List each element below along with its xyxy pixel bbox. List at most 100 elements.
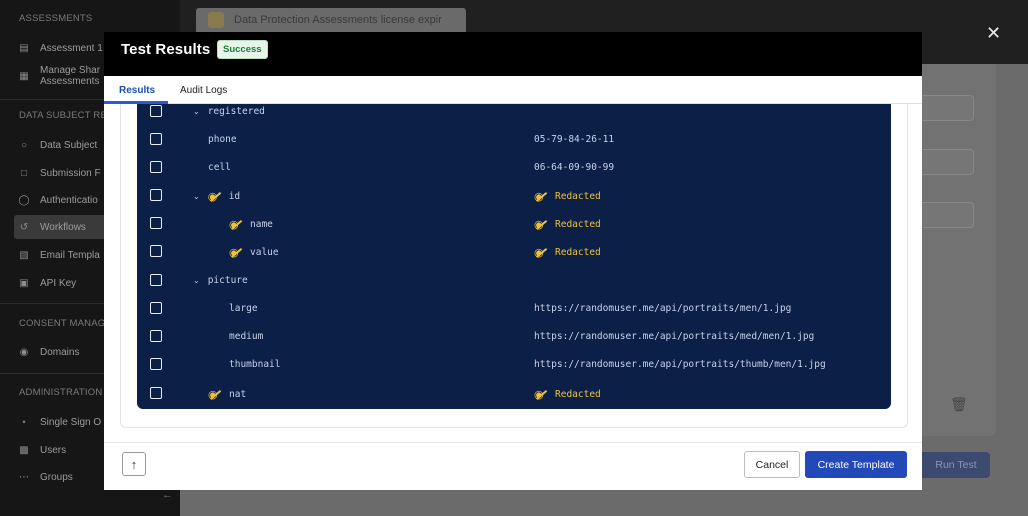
row-value-text: Redacted <box>555 191 601 202</box>
row-checkbox[interactable] <box>150 189 162 201</box>
row-checkbox[interactable] <box>150 358 162 370</box>
modal-header: Test Results Success <box>104 32 922 76</box>
row-key: thumbnail <box>229 359 280 370</box>
row-key-label: id <box>228 191 241 202</box>
table-row: ◉ nat ◉ Redacted <box>137 384 891 404</box>
sidebar-item-label: Submission F <box>40 167 101 179</box>
eye-slash-icon: ◉ <box>208 388 224 401</box>
sidebar-item-label: Workflows <box>40 221 86 233</box>
license-banner: Data Protection Assessments license expi… <box>196 8 466 34</box>
user-icon: ▩ <box>19 444 29 456</box>
create-template-button[interactable]: Create Template <box>805 451 907 478</box>
eye-slash-icon: ◉ <box>534 218 550 231</box>
eye-slash-icon: ◉ <box>534 388 550 401</box>
sidebar-item-label: Users <box>40 444 67 456</box>
run-test-button: Run Test <box>922 452 990 478</box>
sidebar-item-label: Email Templa <box>40 249 100 261</box>
eye-slash-icon: ◉ <box>534 246 550 259</box>
row-key: medium <box>229 331 263 342</box>
close-icon[interactable]: ✕ <box>986 24 1001 42</box>
row-value-text: 06-64-09-90-99 <box>534 162 615 173</box>
sidebar-item-label: Groups <box>40 471 73 483</box>
table-row: ⌄ picture <box>137 271 891 291</box>
row-checkbox[interactable] <box>150 105 162 117</box>
row-key: ◉ name <box>229 218 273 231</box>
row-value: 06-64-09-90-99 <box>534 162 614 173</box>
submission-icon: □ <box>20 167 28 179</box>
sidebar-item-label: Manage Shar <box>40 65 101 76</box>
row-key-label: registered <box>207 106 265 117</box>
row-key-label: cell <box>208 162 231 173</box>
row-key-label: medium <box>229 331 264 342</box>
row-value-text: https://randomuser.me/api/portraits/men/… <box>534 303 792 314</box>
key-icon: ⋆ <box>20 416 28 428</box>
table-row: ⌄ registered <box>137 104 891 122</box>
tab-audit-logs[interactable]: Audit Logs <box>180 85 227 96</box>
row-key: ◉ value <box>229 246 279 259</box>
sidebar-item-label: Domains <box>40 346 80 358</box>
row-key: large <box>229 303 258 314</box>
sidebar-item-label: Single Sign O <box>40 416 102 428</box>
row-checkbox[interactable] <box>150 217 162 229</box>
footer-divider <box>104 442 922 443</box>
collapse-sidebar-icon[interactable]: ← <box>162 489 173 501</box>
table-row: large https://randomuser.me/api/portraits… <box>137 299 891 319</box>
row-key-label: phone <box>208 134 237 145</box>
row-checkbox[interactable] <box>150 161 162 173</box>
row-value-text: Redacted <box>555 247 601 258</box>
sidebar-section-data-subject: DATA SUBJECT RE <box>19 110 107 121</box>
row-value: ◉ Redacted <box>534 218 601 231</box>
table-row: ◉ name ◉ Redacted <box>137 214 891 234</box>
sidebar-item-label-line2: Assessments <box>40 76 100 87</box>
row-key-label: name <box>250 219 273 230</box>
sidebar-item-label: Data Subject <box>40 139 98 151</box>
sidebar-section-administration: ADMINISTRATION <box>19 387 103 398</box>
row-checkbox[interactable] <box>150 330 162 342</box>
table-row: phone 05-79-84-26-11 <box>137 130 891 150</box>
document-icon: ▤ <box>19 42 29 54</box>
row-checkbox[interactable] <box>150 387 162 399</box>
chevron-down-icon[interactable]: ⌄ <box>193 107 200 116</box>
row-key: ⌄ registered <box>193 106 265 117</box>
modal-title: Test Results <box>121 41 211 58</box>
row-value: ◉ Redacted <box>534 388 601 401</box>
row-key-label: nat <box>229 389 247 400</box>
row-value-text: 05-79-84-26-11 <box>534 134 615 145</box>
table-row: cell 06-64-09-90-99 <box>137 158 891 178</box>
results-tree: ⌄ registered phone 05-79-84-26-11 cell 06-64-… <box>137 104 891 409</box>
row-key: phone <box>208 134 237 145</box>
eye-slash-icon: ◉ <box>229 218 245 231</box>
shield-icon: ◯ <box>18 194 30 206</box>
row-checkbox[interactable] <box>150 302 162 314</box>
status-badge: Success <box>217 40 268 59</box>
eye-slash-icon: ◉ <box>534 190 550 203</box>
row-key: ◉ nat <box>208 388 246 401</box>
row-value: https://randomuser.me/api/portraits/men/… <box>534 303 791 314</box>
sidebar-item-label: Assessment 1 <box>40 42 103 54</box>
row-checkbox[interactable] <box>150 133 162 145</box>
eye-slash-icon: ◉ <box>208 190 224 203</box>
sidebar-section-assessments: ASSESSMENTS <box>19 13 93 24</box>
row-checkbox[interactable] <box>150 274 162 286</box>
chevron-down-icon[interactable]: ⌄ <box>193 192 200 201</box>
table-row: ⌄ ◉ id ◉ Redacted <box>137 186 891 206</box>
scroll-to-top-button[interactable]: ↑ <box>122 452 146 476</box>
row-key: ⌄ picture <box>193 275 248 286</box>
sidebar-item-label: API Key <box>40 277 77 289</box>
row-key: cell <box>208 162 231 173</box>
lock-icon: ▣ <box>19 277 29 289</box>
table-row: ◉ value ◉ Redacted <box>137 242 891 262</box>
row-checkbox[interactable] <box>150 245 162 257</box>
row-value-text: Redacted <box>555 389 601 400</box>
chevron-down-icon[interactable]: ⌄ <box>193 276 200 285</box>
cancel-button[interactable]: Cancel <box>744 451 800 478</box>
row-value-text: Redacted <box>555 219 601 230</box>
row-key-label: large <box>229 303 258 314</box>
globe-icon: ◉ <box>19 346 29 358</box>
row-value: https://randomuser.me/api/portraits/med/… <box>534 331 814 342</box>
groups-icon: ⋯ <box>19 471 29 483</box>
sidebar-section-consent: CONSENT MANAG <box>19 318 106 329</box>
shared-assessments-icon: ▦ <box>19 70 29 82</box>
tab-results[interactable]: Results <box>119 85 155 96</box>
table-row: thumbnail https://randomuser.me/api/portr… <box>137 355 891 375</box>
